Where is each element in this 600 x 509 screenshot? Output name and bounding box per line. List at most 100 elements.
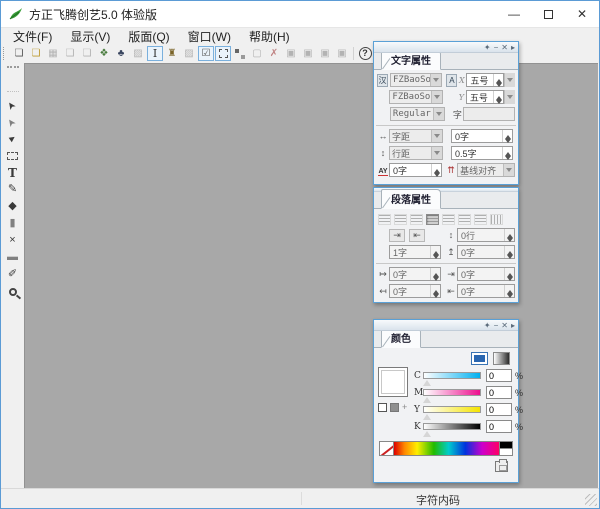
rainbow-spectrum[interactable] <box>394 442 499 455</box>
tab-paragraph-properties[interactable]: 段落属性 <box>381 189 441 209</box>
white-swatch[interactable] <box>500 448 512 455</box>
line-spacing-dropdown[interactable]: 行距 <box>389 146 443 160</box>
spinner-icon[interactable] <box>431 164 441 176</box>
text-tool-icon[interactable]: T <box>3 164 22 181</box>
gradient-button[interactable] <box>493 352 510 365</box>
save-icon[interactable]: ▦ <box>45 46 61 61</box>
collapse-icon[interactable]: − <box>494 320 499 331</box>
cyan-slider[interactable] <box>423 372 481 379</box>
new-document-icon[interactable]: ❏ <box>11 46 27 61</box>
gray-swatch-button[interactable] <box>390 403 399 412</box>
latin-font-badge[interactable]: A <box>446 74 457 87</box>
line-space-field[interactable]: 0行 <box>457 228 515 242</box>
pin-icon[interactable]: ✦ <box>484 320 491 331</box>
slider-handle-icon[interactable] <box>423 414 431 420</box>
hanging-indent-button[interactable]: ⇤ <box>409 229 425 242</box>
frame-tool-icon[interactable] <box>3 147 22 164</box>
close-button[interactable]: ✕ <box>565 1 599 27</box>
block-tool-icon[interactable]: ▬ <box>3 249 22 266</box>
help-icon[interactable]: ? <box>357 46 373 61</box>
frame-icon-4[interactable]: ▣ <box>334 46 350 61</box>
slider-handle-icon[interactable] <box>423 431 431 437</box>
disabled-icon-1[interactable]: ▨ <box>130 46 146 61</box>
right-indent-field[interactable]: 0字 <box>389 284 441 298</box>
select-tool-icon[interactable]: ➤ <box>3 96 22 113</box>
pen-tool-icon[interactable]: ✎ <box>3 181 22 198</box>
resize-grip[interactable] <box>585 494 597 506</box>
spinner-icon[interactable] <box>504 285 514 297</box>
direct-select-tool-icon[interactable]: ➤ <box>3 113 22 130</box>
panel-close-icon[interactable]: ✕ <box>501 42 508 53</box>
slider-handle-icon[interactable] <box>423 380 431 386</box>
justify-last-left-icon[interactable] <box>442 214 455 225</box>
flag-tool-icon[interactable]: ► <box>3 130 22 147</box>
cut-tool-icon[interactable]: × <box>3 232 22 249</box>
word-space-field[interactable]: 0字 <box>457 245 515 259</box>
font-style-dropdown[interactable]: Regular <box>390 107 446 121</box>
spinner-icon[interactable] <box>502 130 512 142</box>
disabled-icon-3[interactable]: ▢ <box>249 46 265 61</box>
brush-tool-icon[interactable]: ✐ <box>3 266 22 283</box>
first-line-indent-button[interactable]: ⇥ <box>389 229 405 242</box>
black-slider[interactable] <box>423 423 481 430</box>
baseline-shift-field[interactable]: 0字 <box>389 163 442 177</box>
text-cursor-icon[interactable]: I <box>147 46 163 61</box>
line-spacing-field[interactable]: 0.5字 <box>451 146 513 160</box>
space-after-field[interactable]: 0字 <box>457 284 515 298</box>
menu-file[interactable]: 文件(F) <box>4 27 61 46</box>
frame-icon-2[interactable]: ▣ <box>300 46 316 61</box>
char-spacing-field[interactable]: 0字 <box>451 129 513 143</box>
save-swatch-icon[interactable] <box>495 461 508 472</box>
rect-tool-icon[interactable]: ▮ <box>3 215 22 232</box>
x-size-field[interactable]: 五号 <box>466 73 504 87</box>
spinner-icon[interactable] <box>430 246 440 258</box>
spinner-icon[interactable] <box>493 91 503 103</box>
baseline-align-dropdown[interactable]: 基线对齐 <box>457 163 515 177</box>
dropdown-arrow-icon[interactable] <box>431 147 442 159</box>
collapse-icon[interactable]: − <box>494 42 499 53</box>
space-before-field[interactable]: 0字 <box>457 267 515 281</box>
panel-titlebar[interactable]: ✦ − ✕ ▸ <box>374 320 518 331</box>
zoom-tool-icon[interactable] <box>3 283 22 300</box>
panel-close-icon[interactable]: ✕ <box>501 320 508 331</box>
y-size-dropdown-icon[interactable] <box>504 90 515 104</box>
y-size-field[interactable]: 五号 <box>466 90 504 104</box>
menu-layout[interactable]: 版面(Q) <box>119 27 178 46</box>
align-left-icon[interactable] <box>378 214 391 225</box>
expand-icon[interactable]: ▸ <box>511 42 515 53</box>
paste-icon[interactable]: ❖ <box>96 46 112 61</box>
spinner-icon[interactable] <box>504 246 514 258</box>
stamp-icon[interactable]: ♜ <box>164 46 180 61</box>
pin-icon[interactable]: ✦ <box>484 42 491 53</box>
dropdown-arrow-icon[interactable] <box>430 74 441 86</box>
char-spacing-dropdown[interactable]: 字距 <box>389 129 443 143</box>
slider-handle-icon[interactable] <box>423 397 431 403</box>
document-icon-2[interactable]: ❏ <box>79 46 95 61</box>
spinner-icon[interactable] <box>502 147 512 159</box>
magenta-value-input[interactable] <box>486 386 512 399</box>
ink-tool-icon[interactable]: ◆ <box>3 198 22 215</box>
dropdown-arrow-icon[interactable] <box>503 164 514 176</box>
node-link-icon[interactable] <box>232 46 248 61</box>
justify-last-right-icon[interactable] <box>474 214 487 225</box>
align-center-icon[interactable] <box>394 214 407 225</box>
panel-titlebar[interactable]: ✦ − ✕ ▸ <box>374 42 518 53</box>
frame-icon-3[interactable]: ▣ <box>317 46 333 61</box>
justify-last-center-icon[interactable] <box>458 214 471 225</box>
marquee-icon[interactable] <box>215 46 231 61</box>
document-icon-1[interactable]: ❏ <box>62 46 78 61</box>
spinner-icon[interactable] <box>504 229 514 241</box>
maximize-button[interactable] <box>531 1 565 27</box>
first-indent-field[interactable]: 1字 <box>389 245 441 259</box>
white-swatch-button[interactable] <box>378 403 387 412</box>
open-folder-icon[interactable]: ❏ <box>28 46 44 61</box>
glyph-scale-field[interactable] <box>463 107 515 121</box>
dropdown-arrow-icon[interactable] <box>431 91 442 103</box>
spinner-icon[interactable] <box>430 268 440 280</box>
latin-font-dropdown[interactable]: FZBaoSong <box>389 90 442 104</box>
menu-window[interactable]: 窗口(W) <box>179 27 240 46</box>
spinner-icon[interactable] <box>504 268 514 280</box>
yellow-slider[interactable] <box>423 406 481 413</box>
palette-drag-handle[interactable] <box>7 66 19 74</box>
ink-paw-icon[interactable]: ♣ <box>113 46 129 61</box>
